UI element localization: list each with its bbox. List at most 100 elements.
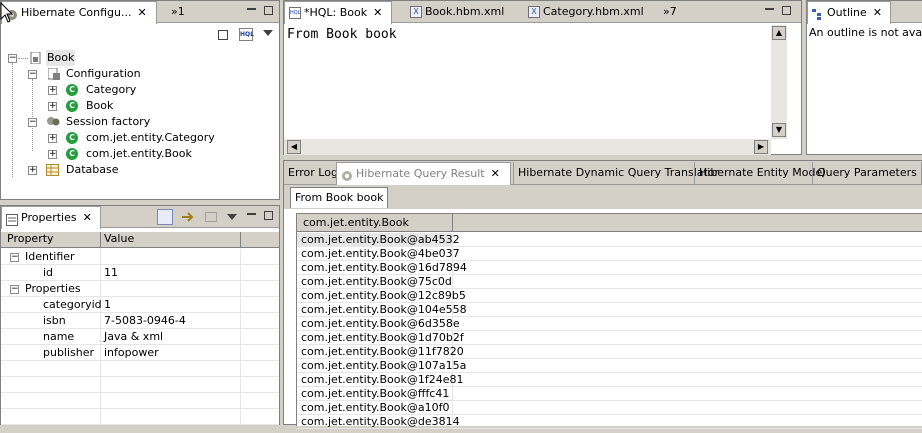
properties-tabbar: Properties ✕ xyxy=(1,206,279,229)
scroll-left-button[interactable]: ◀ xyxy=(287,140,301,154)
expand-toggle[interactable]: + xyxy=(48,150,57,159)
show-advanced-icon[interactable] xyxy=(181,211,195,223)
tab-label: Hibernate Query Result xyxy=(356,167,485,180)
result-row[interactable]: com.jet.entity.Book@a10f0 xyxy=(297,401,922,415)
tab-dynamic-query-translator[interactable]: Hibernate Dynamic Query Translator xyxy=(513,162,719,184)
tab-book-hbm-xml[interactable]: X Book.hbm.xml xyxy=(406,1,504,23)
empty-row xyxy=(1,409,279,425)
tab-overflow[interactable]: »1 xyxy=(167,1,191,23)
restore-default-icon[interactable] xyxy=(205,212,217,222)
result-value: com.jet.entity.Book@1d70b2f xyxy=(301,331,464,344)
tab-hql-book[interactable]: HQL *HQL: Book ✕ xyxy=(284,1,392,24)
collapse-toggle[interactable]: − xyxy=(28,70,37,79)
horizontal-scrollbar[interactable] xyxy=(284,139,771,155)
close-icon[interactable]: ✕ xyxy=(137,7,146,18)
result-row[interactable]: com.jet.entity.Book@ab4532 xyxy=(297,233,922,247)
result-row[interactable]: com.jet.entity.Book@1f24e81 xyxy=(297,373,922,387)
column-header-book[interactable]: com.jet.entity.Book xyxy=(297,214,453,232)
session-factory-icon xyxy=(46,115,60,127)
property-row[interactable]: categoryid 1 xyxy=(1,297,279,313)
result-row[interactable]: com.jet.entity.Book@12c89b5 xyxy=(297,289,922,303)
result-row[interactable]: com.jet.entity.Book@fffc41 xyxy=(297,387,922,401)
property-name: isbn xyxy=(43,314,66,327)
minimize-icon[interactable] xyxy=(247,213,256,215)
tab-outline[interactable]: Outline ✕ xyxy=(807,1,891,24)
show-categories-icon[interactable] xyxy=(157,209,173,225)
property-row[interactable]: publisher infopower xyxy=(1,345,279,361)
outline-tabbar: Outline ✕ xyxy=(807,1,922,24)
result-row[interactable]: com.jet.entity.Book@6d358e xyxy=(297,317,922,331)
tab-hibernate-configurations[interactable]: Hibernate Configu... ✕ xyxy=(1,1,157,24)
properties-icon xyxy=(6,212,18,226)
result-row[interactable]: com.jet.entity.Book@104e558 xyxy=(297,303,922,317)
scroll-right-button[interactable]: ▶ xyxy=(754,140,768,154)
view-menu-icon[interactable] xyxy=(263,30,273,36)
tree-node-label: Database xyxy=(66,163,119,176)
collapse-all-icon[interactable] xyxy=(218,30,228,40)
result-row[interactable]: com.jet.entity.Book@1d70b2f xyxy=(297,331,922,345)
tree-node-label: Book xyxy=(46,50,76,66)
tree-node-label: Category xyxy=(86,83,137,96)
config-tree: − Book − Configuration + C Category + C … xyxy=(1,49,279,199)
expand-toggle[interactable]: + xyxy=(48,102,57,111)
result-row[interactable]: com.jet.entity.Book@16d7894 xyxy=(297,261,922,275)
database-icon xyxy=(46,164,59,176)
minimize-icon[interactable] xyxy=(765,8,774,10)
property-row[interactable]: id 11 xyxy=(1,265,279,281)
collapse-toggle[interactable]: − xyxy=(10,285,19,294)
tab-result-query[interactable]: From Book book xyxy=(290,187,389,208)
hibernate-icon xyxy=(341,168,353,181)
minimize-icon[interactable] xyxy=(247,8,256,10)
column-header-value[interactable]: Value xyxy=(101,232,241,248)
maximize-icon[interactable] xyxy=(782,6,791,15)
view-toolbar: HQL xyxy=(1,24,279,46)
close-icon[interactable]: ✕ xyxy=(491,168,500,179)
tab-overflow[interactable]: »7 xyxy=(659,1,677,23)
maximize-icon[interactable] xyxy=(264,211,273,220)
maximize-icon[interactable] xyxy=(264,6,273,15)
empty-row xyxy=(1,361,279,377)
hql-query-text[interactable]: From Book book xyxy=(287,27,397,42)
close-icon[interactable]: ✕ xyxy=(873,7,882,18)
properties-header: Property Value xyxy=(1,232,279,248)
collapse-toggle[interactable]: − xyxy=(10,253,19,262)
property-value: infopower xyxy=(104,346,159,359)
tab-properties[interactable]: Properties ✕ xyxy=(1,206,101,229)
result-row[interactable]: com.jet.entity.Book@de3814 xyxy=(297,415,922,429)
property-name: name xyxy=(43,330,75,343)
config-file-icon xyxy=(30,51,42,65)
collapse-toggle[interactable]: − xyxy=(8,54,17,63)
expand-toggle[interactable]: + xyxy=(48,134,57,143)
property-name: Properties xyxy=(25,282,81,295)
collapse-toggle[interactable]: − xyxy=(28,118,37,127)
result-row[interactable]: com.jet.entity.Book@4be037 xyxy=(297,247,922,261)
tab-query-parameters[interactable]: Query Parameters xyxy=(812,162,922,184)
class-icon: C xyxy=(66,84,78,96)
scroll-up-button[interactable]: ▲ xyxy=(772,26,786,40)
result-value: com.jet.entity.Book@104e558 xyxy=(301,303,467,316)
tab-error-log[interactable]: Error Log xyxy=(284,162,338,184)
properties-table: Property Value − Identifier id 11− Propertie… xyxy=(1,232,279,425)
tab-entity-model[interactable]: Hibernate Entity Model xyxy=(694,162,825,184)
scroll-down-button[interactable]: ▼ xyxy=(772,123,786,137)
result-row[interactable]: com.jet.entity.Book@11f7820 xyxy=(297,345,922,359)
close-icon[interactable]: ✕ xyxy=(373,7,382,18)
property-group-row[interactable]: − Identifier xyxy=(1,249,279,265)
tab-hibernate-query-result[interactable]: Hibernate Query Result ✕ xyxy=(336,162,511,185)
vertical-scrollbar[interactable] xyxy=(771,25,787,139)
property-row[interactable]: name Java & xml xyxy=(1,329,279,345)
result-row[interactable]: com.jet.entity.Book@107a15a xyxy=(297,359,922,373)
view-menu-icon[interactable] xyxy=(227,214,237,220)
empty-row xyxy=(1,393,279,409)
expand-toggle[interactable]: + xyxy=(28,166,37,175)
property-group-row[interactable]: − Properties xyxy=(1,281,279,297)
outline-view: Outline ✕ An outline is not available. xyxy=(806,0,922,155)
result-value: com.jet.entity.Book@11f7820 xyxy=(301,345,464,358)
hql-editor-icon[interactable]: HQL xyxy=(239,28,254,41)
property-row[interactable]: isbn 7-5083-0946-4 xyxy=(1,313,279,329)
tab-category-hbm-xml[interactable]: X Category.hbm.xml xyxy=(524,1,644,23)
column-header-property[interactable]: Property xyxy=(4,232,101,248)
result-row[interactable]: com.jet.entity.Book@75c0d xyxy=(297,275,922,289)
expand-toggle[interactable]: + xyxy=(48,86,57,95)
close-icon[interactable]: ✕ xyxy=(83,212,92,223)
